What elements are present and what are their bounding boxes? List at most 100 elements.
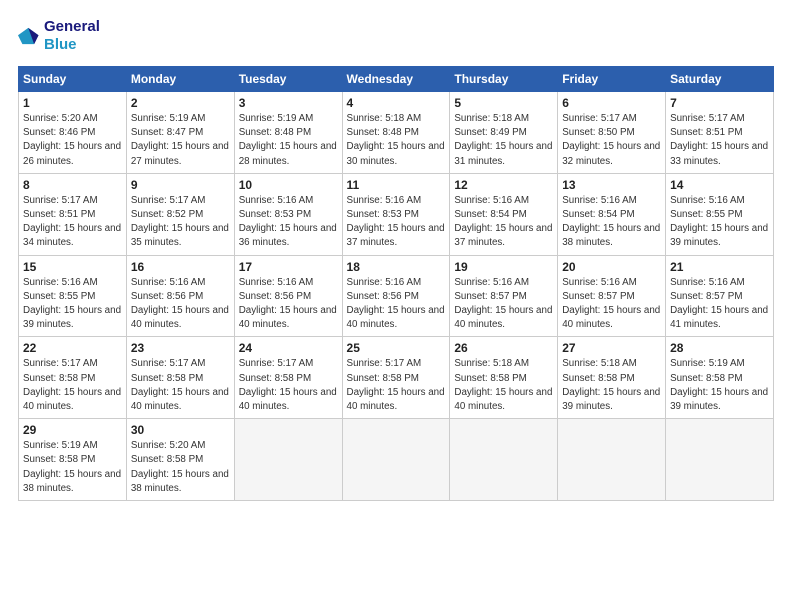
day-info: Sunrise: 5:16 AMSunset: 8:54 PMDaylight:… bbox=[562, 194, 661, 251]
calendar-cell: 28 Sunrise: 5:19 AMSunset: 8:58 PMDayligh… bbox=[666, 337, 774, 419]
calendar-cell bbox=[342, 419, 450, 501]
day-info: Sunrise: 5:16 AMSunset: 8:53 PMDaylight:… bbox=[347, 194, 446, 251]
day-info: Sunrise: 5:18 AMSunset: 8:48 PMDaylight:… bbox=[347, 112, 446, 169]
day-number: 24 bbox=[239, 341, 338, 355]
dow-header: Saturday bbox=[666, 67, 774, 92]
day-number: 17 bbox=[239, 260, 338, 274]
logo-text: General Blue bbox=[44, 18, 100, 54]
day-info: Sunrise: 5:17 AMSunset: 8:51 PMDaylight:… bbox=[23, 194, 122, 251]
day-number: 23 bbox=[131, 341, 230, 355]
day-info: Sunrise: 5:17 AMSunset: 8:58 PMDaylight:… bbox=[239, 357, 338, 414]
day-number: 4 bbox=[347, 96, 446, 110]
day-number: 18 bbox=[347, 260, 446, 274]
day-number: 28 bbox=[670, 341, 769, 355]
calendar-cell: 6 Sunrise: 5:17 AMSunset: 8:50 PMDaylight… bbox=[558, 92, 666, 174]
day-info: Sunrise: 5:19 AMSunset: 8:58 PMDaylight:… bbox=[670, 357, 769, 414]
day-info: Sunrise: 5:16 AMSunset: 8:57 PMDaylight:… bbox=[670, 276, 769, 333]
day-info: Sunrise: 5:17 AMSunset: 8:58 PMDaylight:… bbox=[23, 357, 122, 414]
day-number: 2 bbox=[131, 96, 230, 110]
calendar-cell bbox=[450, 419, 558, 501]
day-info: Sunrise: 5:16 AMSunset: 8:56 PMDaylight:… bbox=[239, 276, 338, 333]
day-number: 27 bbox=[562, 341, 661, 355]
day-info: Sunrise: 5:18 AMSunset: 8:49 PMDaylight:… bbox=[454, 112, 553, 169]
day-number: 6 bbox=[562, 96, 661, 110]
day-number: 13 bbox=[562, 178, 661, 192]
day-number: 22 bbox=[23, 341, 122, 355]
day-number: 10 bbox=[239, 178, 338, 192]
dow-header: Thursday bbox=[450, 67, 558, 92]
calendar-cell: 22 Sunrise: 5:17 AMSunset: 8:58 PMDayligh… bbox=[19, 337, 127, 419]
day-info: Sunrise: 5:17 AMSunset: 8:58 PMDaylight:… bbox=[347, 357, 446, 414]
calendar-cell: 1 Sunrise: 5:20 AMSunset: 8:46 PMDaylight… bbox=[19, 92, 127, 174]
day-number: 16 bbox=[131, 260, 230, 274]
day-info: Sunrise: 5:16 AMSunset: 8:57 PMDaylight:… bbox=[454, 276, 553, 333]
day-number: 14 bbox=[670, 178, 769, 192]
calendar-cell bbox=[234, 419, 342, 501]
calendar-cell: 12 Sunrise: 5:16 AMSunset: 8:54 PMDayligh… bbox=[450, 173, 558, 255]
dow-header: Sunday bbox=[19, 67, 127, 92]
day-info: Sunrise: 5:16 AMSunset: 8:56 PMDaylight:… bbox=[131, 276, 230, 333]
calendar-cell: 24 Sunrise: 5:17 AMSunset: 8:58 PMDayligh… bbox=[234, 337, 342, 419]
logo-icon bbox=[18, 25, 40, 47]
day-number: 20 bbox=[562, 260, 661, 274]
day-info: Sunrise: 5:17 AMSunset: 8:50 PMDaylight:… bbox=[562, 112, 661, 169]
day-number: 12 bbox=[454, 178, 553, 192]
day-info: Sunrise: 5:19 AMSunset: 8:48 PMDaylight:… bbox=[239, 112, 338, 169]
calendar-cell: 11 Sunrise: 5:16 AMSunset: 8:53 PMDayligh… bbox=[342, 173, 450, 255]
day-number: 30 bbox=[131, 423, 230, 437]
day-info: Sunrise: 5:16 AMSunset: 8:56 PMDaylight:… bbox=[347, 276, 446, 333]
day-number: 11 bbox=[347, 178, 446, 192]
calendar-cell: 21 Sunrise: 5:16 AMSunset: 8:57 PMDayligh… bbox=[666, 255, 774, 337]
calendar-cell: 30 Sunrise: 5:20 AMSunset: 8:58 PMDayligh… bbox=[126, 419, 234, 501]
calendar-cell: 2 Sunrise: 5:19 AMSunset: 8:47 PMDaylight… bbox=[126, 92, 234, 174]
calendar-cell: 7 Sunrise: 5:17 AMSunset: 8:51 PMDaylight… bbox=[666, 92, 774, 174]
day-number: 3 bbox=[239, 96, 338, 110]
calendar-cell: 16 Sunrise: 5:16 AMSunset: 8:56 PMDayligh… bbox=[126, 255, 234, 337]
day-number: 21 bbox=[670, 260, 769, 274]
calendar-cell: 19 Sunrise: 5:16 AMSunset: 8:57 PMDayligh… bbox=[450, 255, 558, 337]
day-number: 7 bbox=[670, 96, 769, 110]
logo: General Blue bbox=[18, 18, 100, 54]
day-info: Sunrise: 5:19 AMSunset: 8:58 PMDaylight:… bbox=[23, 439, 122, 496]
calendar-cell: 3 Sunrise: 5:19 AMSunset: 8:48 PMDaylight… bbox=[234, 92, 342, 174]
calendar-cell: 9Sunrise: 5:17 AMSunset: 8:52 PMDaylight… bbox=[126, 173, 234, 255]
day-number: 1 bbox=[23, 96, 122, 110]
calendar-cell: 14Sunrise: 5:16 AMSunset: 8:55 PMDayligh… bbox=[666, 173, 774, 255]
dow-header: Tuesday bbox=[234, 67, 342, 92]
day-number: 8 bbox=[23, 178, 122, 192]
calendar-cell bbox=[666, 419, 774, 501]
calendar-cell: 8 Sunrise: 5:17 AMSunset: 8:51 PMDaylight… bbox=[19, 173, 127, 255]
day-number: 5 bbox=[454, 96, 553, 110]
calendar-cell: 15Sunrise: 5:16 AMSunset: 8:55 PMDayligh… bbox=[19, 255, 127, 337]
dow-header: Monday bbox=[126, 67, 234, 92]
calendar-cell: 5 Sunrise: 5:18 AMSunset: 8:49 PMDaylight… bbox=[450, 92, 558, 174]
dow-header: Friday bbox=[558, 67, 666, 92]
day-number: 25 bbox=[347, 341, 446, 355]
day-info: Sunrise: 5:20 AMSunset: 8:58 PMDaylight:… bbox=[131, 439, 230, 496]
day-number: 9 bbox=[131, 178, 230, 192]
day-info: Sunrise: 5:20 AMSunset: 8:46 PMDaylight:… bbox=[23, 112, 122, 169]
day-info: Sunrise: 5:16 AMSunset: 8:53 PMDaylight:… bbox=[239, 194, 338, 251]
calendar-cell: 13 Sunrise: 5:16 AMSunset: 8:54 PMDayligh… bbox=[558, 173, 666, 255]
calendar-cell: 20 Sunrise: 5:16 AMSunset: 8:57 PMDayligh… bbox=[558, 255, 666, 337]
day-info: Sunrise: 5:18 AMSunset: 8:58 PMDaylight:… bbox=[454, 357, 553, 414]
page: General Blue SundayMondayTuesdayWednesda… bbox=[0, 0, 792, 612]
calendar-cell: 18 Sunrise: 5:16 AMSunset: 8:56 PMDayligh… bbox=[342, 255, 450, 337]
day-info: Sunrise: 5:16 AMSunset: 8:54 PMDaylight:… bbox=[454, 194, 553, 251]
day-number: 19 bbox=[454, 260, 553, 274]
day-info: Sunrise: 5:16 AMSunset: 8:57 PMDaylight:… bbox=[562, 276, 661, 333]
day-info: Sunrise: 5:17 AMSunset: 8:51 PMDaylight:… bbox=[670, 112, 769, 169]
calendar-cell: 25 Sunrise: 5:17 AMSunset: 8:58 PMDayligh… bbox=[342, 337, 450, 419]
calendar-cell: 26 Sunrise: 5:18 AMSunset: 8:58 PMDayligh… bbox=[450, 337, 558, 419]
day-info: Sunrise: 5:19 AMSunset: 8:47 PMDaylight:… bbox=[131, 112, 230, 169]
day-number: 29 bbox=[23, 423, 122, 437]
calendar-cell bbox=[558, 419, 666, 501]
day-number: 26 bbox=[454, 341, 553, 355]
day-number: 15 bbox=[23, 260, 122, 274]
calendar-cell: 10 Sunrise: 5:16 AMSunset: 8:53 PMDayligh… bbox=[234, 173, 342, 255]
calendar-cell: 23Sunrise: 5:17 AMSunset: 8:58 PMDayligh… bbox=[126, 337, 234, 419]
calendar-cell: 17 Sunrise: 5:16 AMSunset: 8:56 PMDayligh… bbox=[234, 255, 342, 337]
header: General Blue bbox=[18, 18, 774, 54]
calendar-cell: 4 Sunrise: 5:18 AMSunset: 8:48 PMDaylight… bbox=[342, 92, 450, 174]
calendar-cell: 29 Sunrise: 5:19 AMSunset: 8:58 PMDayligh… bbox=[19, 419, 127, 501]
